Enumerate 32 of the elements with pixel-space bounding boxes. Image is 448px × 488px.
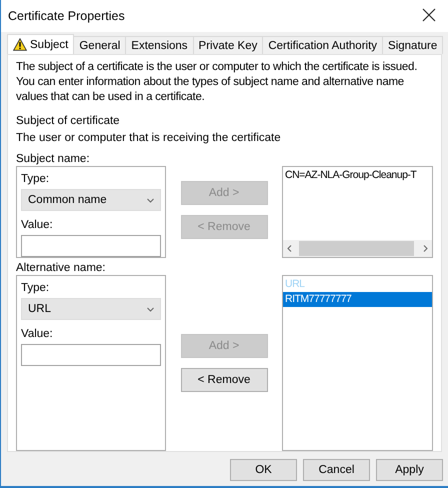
window-title: Certificate Properties [8,9,125,23]
chevron-right-icon[interactable] [422,245,429,252]
value-label: Value: [21,219,54,231]
type-label: Type: [21,282,50,294]
remove-button[interactable]: < Remove [180,368,268,392]
value-input[interactable] [21,235,161,257]
tab[interactable]: Private Key [192,36,264,54]
tab[interactable]: Subject [7,34,74,54]
warning-icon [13,38,27,51]
group-label: Alternative name: [16,261,106,275]
type-dropdown[interactable]: URL [21,298,161,320]
tab[interactable]: Signature [382,36,444,54]
value-input[interactable] [21,344,161,366]
value-list[interactable]: URL RITM77777777 [282,275,433,451]
group-label: Subject name: [16,152,91,166]
type-label: Type: [21,173,50,185]
chevron-down-icon[interactable] [147,196,154,204]
dialog-button[interactable]: OK [230,459,297,481]
chevron-down-icon[interactable] [147,306,154,312]
list-item[interactable]: CN=AZ-NLA-Group-Cleanup-T [283,168,432,183]
chevron-left-icon[interactable] [286,245,293,252]
dialog-button[interactable]: Apply [376,459,443,481]
value-label: Value: [21,328,54,340]
list-item[interactable]: RITM77777777 [283,292,432,307]
horizontal-scrollbar[interactable] [283,240,432,257]
dialog-button[interactable]: Cancel [303,459,370,481]
description-text: The subject of a certificate is the user or computer to which the certificate is issued. You can enter information about the types of subject name and alternative name values that can be used in a certificate. [16,60,418,105]
section-subtitle: The user or computer that is receiving the certificate [16,132,282,144]
section-title: Subject of certificate [16,115,121,127]
value-list[interactable]: CN=AZ-NLA-Group-Cleanup-T [282,166,433,258]
type-dropdown[interactable]: Common name [21,189,161,211]
tab[interactable]: Certification Authority [262,36,384,54]
